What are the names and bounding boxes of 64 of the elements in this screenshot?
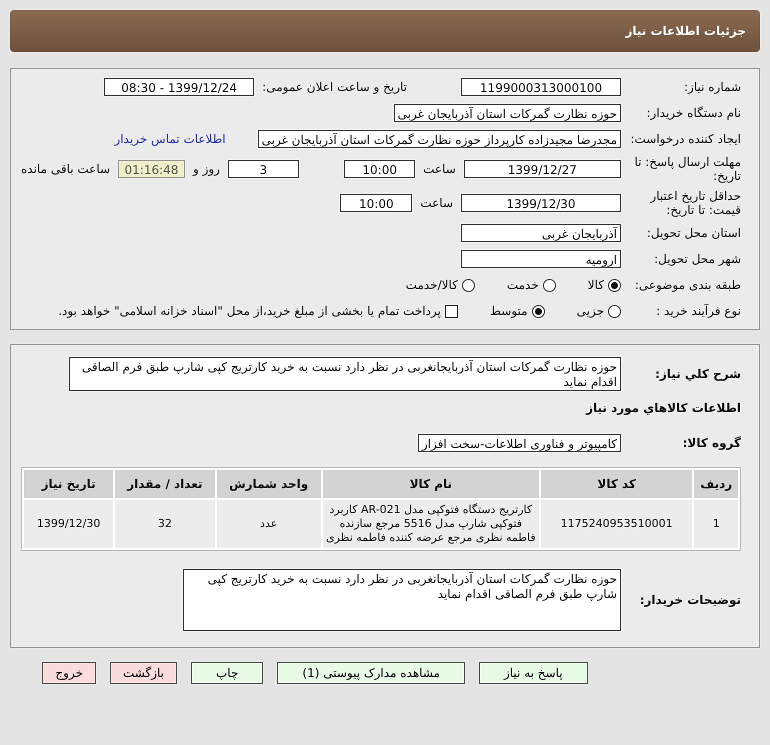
table-cell: 32 <box>115 500 215 548</box>
option-label: کالا/خدمت <box>406 278 458 292</box>
field-label: نام دستگاه خریدار: <box>646 106 741 120</box>
description-field: حوزه نظارت گمرکات استان آذربایجانغربی در نظر دارد نسبت به خرید کارتریج کپی شارپ طبق فرم الصاقی اقدام نماید <box>69 357 621 391</box>
column-header: تاریخ نیاز <box>24 470 114 498</box>
field-label: طبقه بندی موضوعی: <box>634 278 741 292</box>
validity-time-field: 10:00 <box>340 194 412 212</box>
field-label: استان محل تحویل: <box>646 226 741 240</box>
column-header: واحد شمارش <box>216 470 321 498</box>
field-label: شهر محل تحویل: <box>653 252 741 266</box>
table-cell: 1399/12/30 <box>24 500 114 548</box>
form-button[interactable]: مشاهده مدارک پیوستی (1) <box>277 662 465 684</box>
field-label: توضیحات خریدار: <box>638 593 741 607</box>
field-label: شماره نیاز: <box>683 80 741 94</box>
checkbox[interactable] <box>444 304 458 318</box>
city-field: ارومیه <box>461 250 621 268</box>
announce-date-field: 1399/12/24 - 08:30 <box>104 78 254 96</box>
field-label: تاریخ و ساعت اعلان عمومی: <box>262 80 407 94</box>
field-label: شرح کلي نياز: <box>654 367 741 381</box>
field-label: ساعت <box>420 196 453 210</box>
table-cell: 1175240953510001 <box>540 500 692 548</box>
form-button[interactable]: بازگشت <box>110 662 177 684</box>
option-label: خدمت <box>506 278 539 292</box>
column-header: کد کالا <box>540 470 692 498</box>
radio-button[interactable] <box>608 278 621 292</box>
table-cell: 1 <box>694 500 738 548</box>
form-button[interactable]: چاپ <box>191 662 264 684</box>
section-heading: اطلاعات کالاهاي مورد نياز <box>584 401 741 415</box>
field-label: ساعت باقی مانده <box>21 162 110 176</box>
form-button[interactable]: پاسخ به نیاز <box>478 662 588 684</box>
days-field: 3 <box>228 160 299 178</box>
buyer-org-field: حوزه نظارت گمرکات استان آذربایجان غربی <box>394 104 621 122</box>
form-button[interactable]: خروج <box>42 662 96 684</box>
table-cell: عدد <box>216 500 321 548</box>
option-label: متوسط <box>490 304 528 318</box>
need-number-field: 1199000313000100 <box>461 78 621 96</box>
remaining-time-field: 01:16:48 <box>118 160 185 178</box>
field-label: گروه کالا: <box>682 436 741 450</box>
field-label: ساعت <box>423 162 456 176</box>
validity-date-field: 1399/12/30 <box>461 194 621 212</box>
column-header: نام کالا <box>322 470 539 498</box>
field-label: حداقل تاریخ اعتبار قیمت: تا تاریخ: <box>648 189 741 217</box>
radio-button[interactable] <box>608 304 621 318</box>
option-label: جزیی <box>576 304 604 318</box>
buyer-notes-field: حوزه نظارت گمرکات استان آذربایجانغربی در نظر دارد نسبت به خرید کارتریج کپی شارپ طبق فرم الصاقی اقدام نماید <box>183 569 621 631</box>
radio-button[interactable] <box>532 304 545 318</box>
requester-field: مجدرضا مجیدزاده کارپرداز حوزه نظارت گمرکات استان آذربایجان غربی <box>258 130 621 148</box>
column-header: ردیف <box>694 470 738 498</box>
column-header: تعداد / مقدار <box>115 470 215 498</box>
field-label: نوع فرآیند خرید : <box>655 304 741 318</box>
field-label: مهلت ارسال پاسخ: تا تاریخ: <box>633 155 741 183</box>
buyer-contact-link[interactable]: اطلاعات تماس خریدار <box>114 132 226 146</box>
page-header: جزئیات اطلاعات نیاز <box>10 10 760 52</box>
field-label: روز و <box>192 162 220 176</box>
deadline-date-field: 1399/12/27 <box>464 160 621 178</box>
option-label: کالا <box>588 278 604 292</box>
deadline-time-field: 10:00 <box>344 160 416 178</box>
field-label: ایجاد کننده درخواست: <box>629 132 741 146</box>
goods-group-field: کامپیوتر و فناوری اطلاعات-سخت افزار <box>418 434 621 452</box>
payment-note: پرداخت تمام یا بخشی از مبلغ خرید،از محل "اسناد خزانه اسلامی" خواهد بود. <box>58 304 441 318</box>
radio-button[interactable] <box>462 278 475 292</box>
table-cell: کارتریج دستگاه فتوکپی مدل AR-021 کاربرد فتوکپی شارپ مدل 5516 مرجع سازنده فاطمه نظری مرجع عرضه کننده فاطمه نظری <box>322 500 539 548</box>
radio-button[interactable] <box>542 278 556 292</box>
province-field: آذربایجان غربی <box>461 224 621 242</box>
